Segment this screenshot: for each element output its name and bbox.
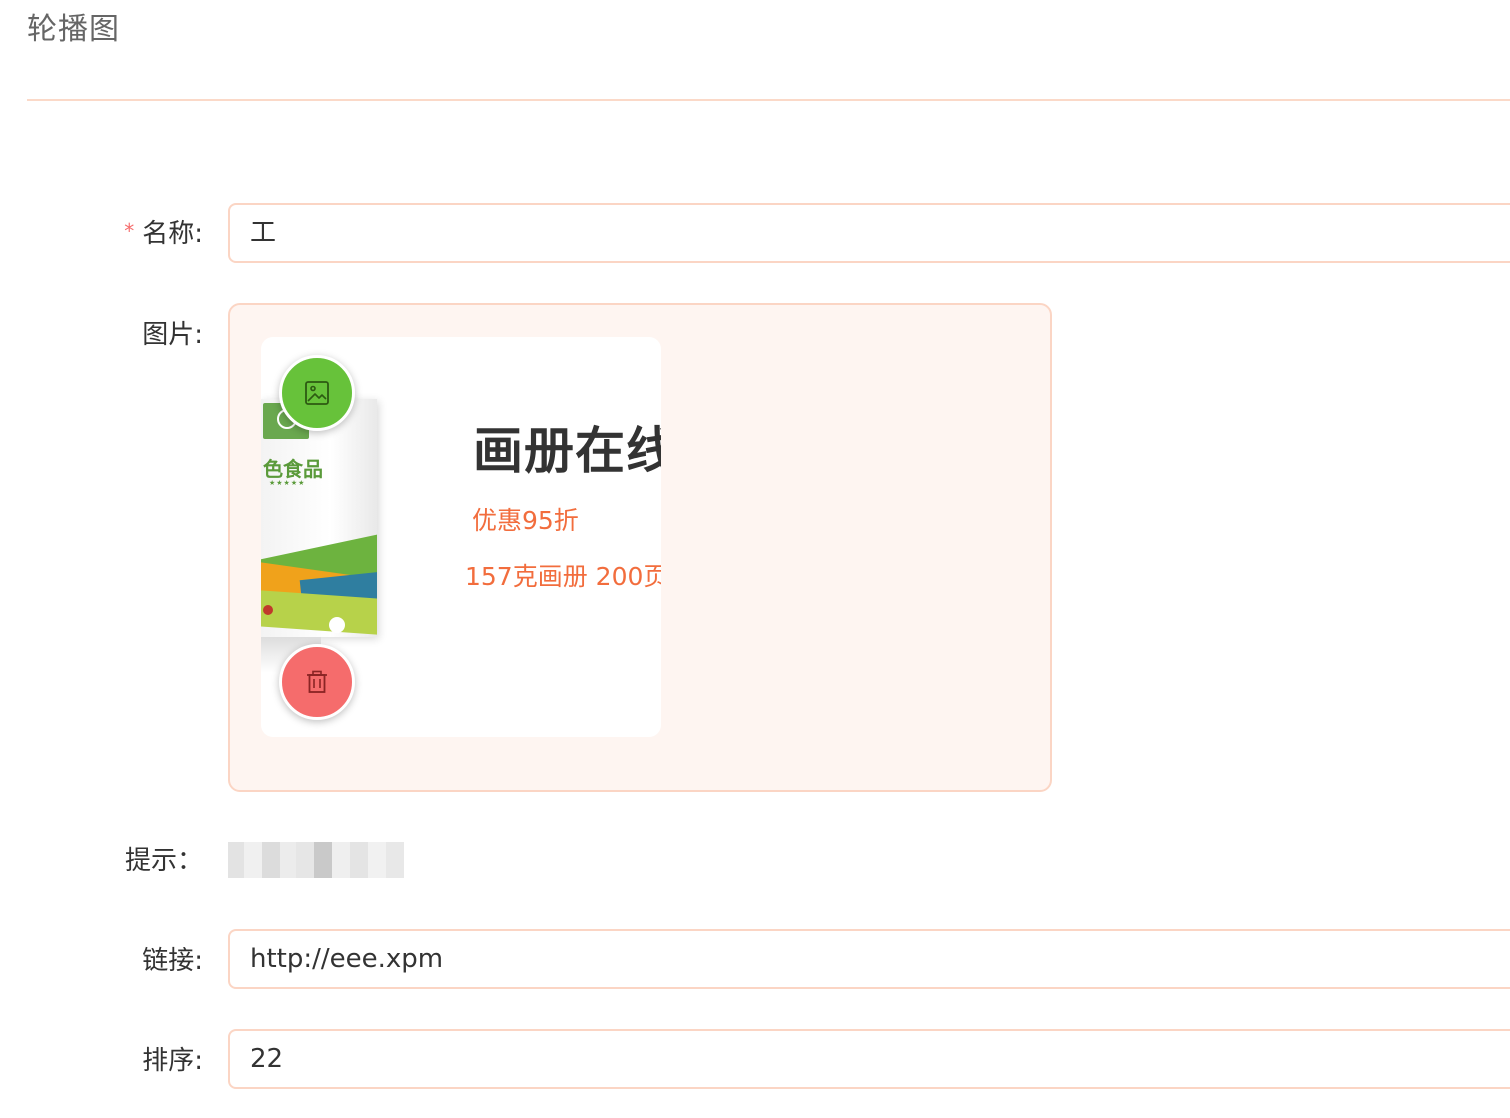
hint-label: 提示： (124, 846, 203, 876)
required-mark: * (124, 219, 135, 243)
page-title: 轮播图 (27, 12, 120, 47)
name-label-wrapper: * 名称: (124, 217, 203, 252)
hint-value-redacted (228, 842, 404, 878)
cover-category-text: 色食品 (263, 457, 323, 481)
name-label: 名称: (142, 219, 203, 249)
banner-edit-page: 轮播图 *名称: 工 图片: 色食品 ★★★★★ ■■■■■■■■■■■■■■ … (0, 0, 1510, 1118)
link-input[interactable]: http://eee.xpm (228, 929, 1510, 989)
cover-book-graphic: 色食品 ★★★★★ ■■■■■■■■■■■■■■ (261, 399, 377, 637)
link-label: 链接: (142, 946, 203, 976)
cover-stars: ★★★★★ (269, 479, 306, 487)
image-icon (305, 381, 329, 405)
name-input[interactable]: 工 (228, 203, 1510, 263)
change-image-button[interactable] (279, 355, 355, 431)
trash-icon (307, 670, 327, 693)
image-label: 图片: (142, 320, 203, 350)
delete-image-button[interactable] (279, 644, 355, 720)
promo-discount: 优惠95折 (472, 506, 579, 535)
sort-label: 排序: (142, 1046, 203, 1076)
promo-detail: 157克画册 200页 (465, 562, 661, 591)
title-divider (27, 99, 1510, 101)
sort-input[interactable]: 22 (228, 1029, 1510, 1089)
promo-headline: 画册在线 (473, 422, 661, 480)
